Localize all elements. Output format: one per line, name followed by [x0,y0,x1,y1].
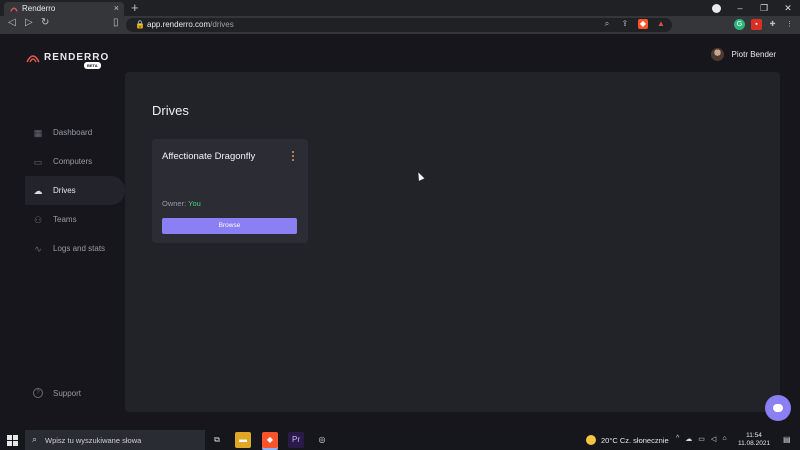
zoom-icon[interactable]: ⌕ [602,19,612,29]
tab-close-icon[interactable]: × [114,3,119,13]
omnibox-icons: ⌕ ⇪ ◆ ▲ [602,19,666,29]
renderro-logo-icon [26,54,40,62]
windows-taskbar: ⌕ Wpisz tu wyszukiwane słowa ⧉ ▬ ◆ Pr ◎ … [0,430,800,450]
windows-start-icon[interactable] [7,435,18,446]
battery-icon[interactable]: ▭ [698,435,705,443]
back-icon[interactable]: ◁ [8,17,16,28]
renderro-favicon-icon [10,7,18,12]
avatar [710,48,724,61]
cloud-icon: ☁ [33,185,43,196]
drive-owner: Owner: You [162,199,201,208]
brave-shield-icon[interactable]: ◆ [638,19,648,29]
chevron-up-icon[interactable]: ^ [676,435,679,443]
sidebar-item-label: Computers [53,157,93,166]
drive-name: Affectionate Dragonfly [162,151,256,162]
search-placeholder: Wpisz tu wyszukiwane słowa [45,436,142,445]
owner-value: You [188,199,201,208]
chat-bubble-icon [773,404,783,412]
grid-icon: ▦ [33,127,43,138]
help-icon: ? [33,388,43,398]
forward-icon[interactable]: ▷ [25,17,33,28]
brave-browser-icon[interactable]: ◆ [262,432,278,448]
taskbar-search[interactable]: ⌕ Wpisz tu wyszukiwane słowa [25,430,205,450]
sidebar-item-label: Teams [53,215,77,224]
close-window-button[interactable]: ✕ [776,0,800,16]
system-tray: ^ ☁ ▭ ◁ ⌂ [676,435,727,443]
taskbar-clock[interactable]: 11:54 11.08.2021 [738,432,770,448]
user-name: Piotr Bender [731,50,776,59]
weather-text: 20°C Cz. słonecznie [601,435,669,445]
sidebar-item-drives[interactable]: ☁ Drives [25,176,125,205]
app-circle-icon[interactable]: ◎ [314,432,330,448]
file-explorer-icon[interactable]: ▬ [235,432,251,448]
sidebar-item-label: Dashboard [53,128,93,137]
weather-widget[interactable]: 20°C Cz. słonecznie [586,430,669,450]
browse-button[interactable]: Browse [162,218,297,234]
renderro-app: RENDERRO BETA Piotr Bender ▦ Dashboard ▭… [0,34,800,430]
network-icon[interactable]: ☁ [685,435,692,443]
monitor-icon: ▭ [33,156,43,167]
sidebar-item-label: Logs and stats [53,244,106,253]
share-icon[interactable]: ⇪ [620,19,630,29]
language-icon[interactable]: ⌂ [722,435,726,443]
reload-icon[interactable]: ↻ [41,17,49,28]
menu-dots-icon[interactable]: ⋮ [784,19,795,30]
grammarly-extension-icon[interactable]: G [734,19,745,30]
support-label: Support [53,388,82,398]
pulse-icon: ∿ [34,243,42,254]
sidebar-item-teams[interactable]: ⚇ Teams [25,205,125,234]
sun-icon [586,435,596,445]
volume-icon[interactable]: ◁ [711,435,716,443]
address-bar[interactable]: 🔒 app.renderro.com/drives ⌕ ⇪ ◆ ▲ [126,18,672,32]
page-title: Drives [152,103,189,118]
sidebar-item-label: Drives [53,186,76,195]
browser-tab-bar: Renderro × + – ❐ ✕ [0,0,800,16]
logo-text: RENDERRO [44,52,110,63]
lock-icon: 🔒 [135,20,145,29]
brave-rewards-icon[interactable]: ▲ [656,19,666,29]
notification-icon[interactable]: ▤ [783,435,791,444]
extension-badge-icon[interactable]: ▪ [751,19,762,30]
time: 11:54 [746,432,762,439]
search-icon: ⌕ [32,434,38,444]
maximize-button[interactable]: ❐ [752,0,776,16]
main-panel: Drives Affectionate Dragonfly Owner: You… [125,72,780,412]
support-link[interactable]: ? Support [33,388,81,398]
task-view-icon[interactable]: ⧉ [209,432,225,448]
url-text: app.renderro.com/drives [147,20,234,29]
browser-tab[interactable]: Renderro × [4,2,124,16]
date: 11.08.2021 [738,440,771,447]
sidebar-nav: ▦ Dashboard ▭ Computers ☁ Drives ⚇ Teams… [25,118,125,263]
beta-badge: BETA [84,62,101,69]
sidebar-item-computers[interactable]: ▭ Computers [25,147,125,176]
tab-title: Renderro [22,4,56,13]
premiere-pro-icon[interactable]: Pr [288,432,304,448]
browser-toolbar: ◁ ▷ ↻ ▯ 🔒 app.renderro.com/drives ⌕ ⇪ ◆ … [0,16,800,34]
sidebar-item-dashboard[interactable]: ▦ Dashboard [25,118,125,147]
profile-icon[interactable] [712,4,721,13]
users-icon: ⚇ [33,214,43,225]
extensions-puzzle-icon[interactable]: ✚ [767,19,778,30]
window-controls: – ❐ ✕ [728,0,800,16]
bookmark-icon[interactable]: ▯ [113,17,119,28]
more-options-icon[interactable] [290,151,296,165]
drive-card: Affectionate Dragonfly Owner: You Browse [152,139,308,243]
new-tab-button[interactable]: + [131,0,139,15]
sidebar-item-logs-and-stats[interactable]: ∿ Logs and stats [25,234,125,263]
user-menu[interactable]: Piotr Bender [710,48,776,61]
minimize-button[interactable]: – [728,0,752,16]
